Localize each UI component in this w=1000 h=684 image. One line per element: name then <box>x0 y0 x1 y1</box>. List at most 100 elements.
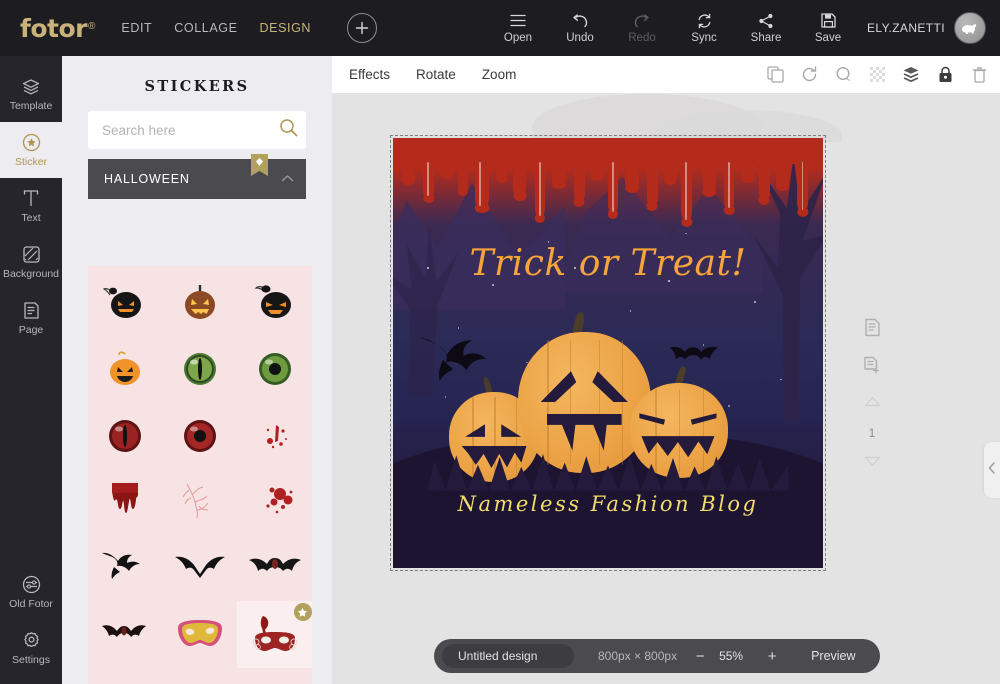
zoom-out-button[interactable]: − <box>687 643 713 669</box>
search-box[interactable] <box>88 111 306 149</box>
rhino-avatar-icon <box>962 24 977 34</box>
sidebar-label-page: Page <box>18 323 44 336</box>
page-navigator: 1 <box>856 318 888 472</box>
add-new-button[interactable] <box>347 13 378 43</box>
search-input[interactable] <box>102 122 279 138</box>
sidebar-item-text[interactable]: Text <box>0 178 62 234</box>
category-halloween[interactable]: HALLOWEEN <box>88 154 306 199</box>
sticker-item[interactable] <box>237 266 312 333</box>
share-label: Share <box>750 32 782 44</box>
rotate-cw-icon[interactable] <box>800 66 818 84</box>
sticker-item[interactable] <box>88 534 163 601</box>
sticker-item[interactable] <box>163 467 238 534</box>
canvas-toolbar: Effects Rotate Zoom <box>332 56 1000 94</box>
canvas-dimensions: 800px × 800px <box>598 649 678 663</box>
effects-button[interactable]: Effects <box>349 67 390 82</box>
flip-icon[interactable] <box>834 66 852 84</box>
add-page-icon[interactable] <box>863 356 881 380</box>
search-icon[interactable] <box>279 118 298 142</box>
user-name: ELY.ZANETTI <box>867 21 945 35</box>
triangle-up-icon[interactable] <box>864 394 881 412</box>
sync-icon <box>697 12 712 29</box>
design-name-input[interactable] <box>442 644 574 668</box>
sticker-scroll-area[interactable] <box>88 266 312 684</box>
sticker-item[interactable] <box>163 400 238 467</box>
share-button[interactable]: Share <box>735 12 797 44</box>
topnav-item-design[interactable]: DESIGN <box>260 21 312 35</box>
transparency-icon[interactable] <box>868 66 886 84</box>
sidebar-item-background[interactable]: Background <box>0 234 62 290</box>
trash-icon[interactable] <box>970 66 988 84</box>
sidebar-item-sticker[interactable]: Sticker <box>0 122 62 178</box>
sticker-item[interactable] <box>163 333 238 400</box>
page-number: 1 <box>868 426 876 440</box>
red-round-eye-icon <box>183 419 216 452</box>
sticker-item[interactable] <box>88 668 163 684</box>
top-bar: fotor ® EDIT COLLAGE DESIGN Open Undo Re… <box>0 0 1000 56</box>
chevron-up-icon[interactable] <box>281 170 294 188</box>
undo-button[interactable]: Undo <box>549 12 611 44</box>
layers-icon[interactable] <box>902 66 920 84</box>
blood-drip-border <box>393 138 823 248</box>
design-artwork[interactable]: Trick or Treat! Nameless Fashion Blog <box>393 138 823 568</box>
open-button[interactable]: Open <box>487 12 549 44</box>
sidebar-item-settings[interactable]: Settings <box>0 620 62 676</box>
zoom-level: 55% <box>719 649 744 663</box>
red-cat-eye-icon <box>109 419 142 452</box>
redo-button[interactable]: Redo <box>611 12 673 44</box>
old-fotor-icon <box>22 575 41 595</box>
sticker-item[interactable] <box>237 400 312 467</box>
sticker-item[interactable] <box>237 333 312 400</box>
sidebar-item-page[interactable]: Page <box>0 290 62 346</box>
canvas-stage[interactable]: Trick or Treat! Nameless Fashion Blog 1 <box>332 94 1000 684</box>
sticker-item-selected[interactable] <box>237 601 312 668</box>
sticker-item[interactable] <box>88 333 163 400</box>
triangle-down-icon[interactable] <box>864 454 881 472</box>
sticker-item[interactable] <box>88 400 163 467</box>
sticker-item[interactable] <box>163 601 238 668</box>
preview-button[interactable]: Preview <box>811 649 855 663</box>
artwork-title[interactable]: Trick or Treat! <box>393 243 823 284</box>
rotate-button[interactable]: Rotate <box>416 67 456 82</box>
blood-splatter-drops-icon <box>266 487 293 513</box>
gold-pink-mask-icon <box>177 619 222 646</box>
duplicate-icon[interactable] <box>766 66 784 84</box>
fotor-design-editor: fotor ® EDIT COLLAGE DESIGN Open Undo Re… <box>0 0 1000 684</box>
bat-small-icon <box>102 624 147 637</box>
top-tool-group: Open Undo Redo Sync Share Save <box>487 0 859 56</box>
sticker-item[interactable] <box>237 467 312 534</box>
artwork-subtitle[interactable]: Nameless Fashion Blog <box>393 492 823 516</box>
avatar[interactable] <box>954 12 986 44</box>
bat-large-left <box>419 336 486 381</box>
brand-logo[interactable]: fotor ® <box>20 14 95 43</box>
sticker-item[interactable] <box>163 266 238 333</box>
save-button[interactable]: Save <box>797 12 859 44</box>
favorite-star-badge[interactable] <box>293 603 312 621</box>
share-icon <box>758 12 774 29</box>
crack-lines-icon <box>182 483 209 518</box>
sidebar-item-old-fotor[interactable]: Old Fotor <box>0 564 62 620</box>
zoom-button[interactable]: Zoom <box>482 67 517 82</box>
chevron-left-icon <box>988 461 996 479</box>
sticker-item[interactable] <box>88 266 163 333</box>
lock-icon[interactable] <box>936 66 954 84</box>
sticker-item[interactable] <box>88 467 163 534</box>
sidebar-item-template[interactable]: Template <box>0 66 62 122</box>
zoom-in-button[interactable]: + <box>759 643 785 669</box>
sticker-item[interactable] <box>88 601 163 668</box>
bottom-bar: 800px × 800px − 55% + Preview <box>434 639 880 673</box>
bat-wings-down-icon <box>174 556 225 578</box>
sticker-item[interactable] <box>237 534 312 601</box>
panel-collapse-tab[interactable] <box>984 442 1000 498</box>
topnav-item-edit[interactable]: EDIT <box>121 21 152 35</box>
sticker-item[interactable] <box>163 668 238 684</box>
black-pumpkin-spider-icon <box>102 287 142 318</box>
topnav-item-collage[interactable]: COLLAGE <box>174 21 237 35</box>
user-menu[interactable]: ELY.ZANETTI <box>867 0 986 56</box>
page-icon[interactable] <box>864 318 881 342</box>
selected-design-frame[interactable]: Trick or Treat! Nameless Fashion Blog <box>390 135 826 571</box>
sticker-item[interactable] <box>163 534 238 601</box>
jack-o-lantern-brown-icon <box>184 284 215 319</box>
sidebar-label-text: Text <box>21 211 41 224</box>
sync-button[interactable]: Sync <box>673 12 735 44</box>
